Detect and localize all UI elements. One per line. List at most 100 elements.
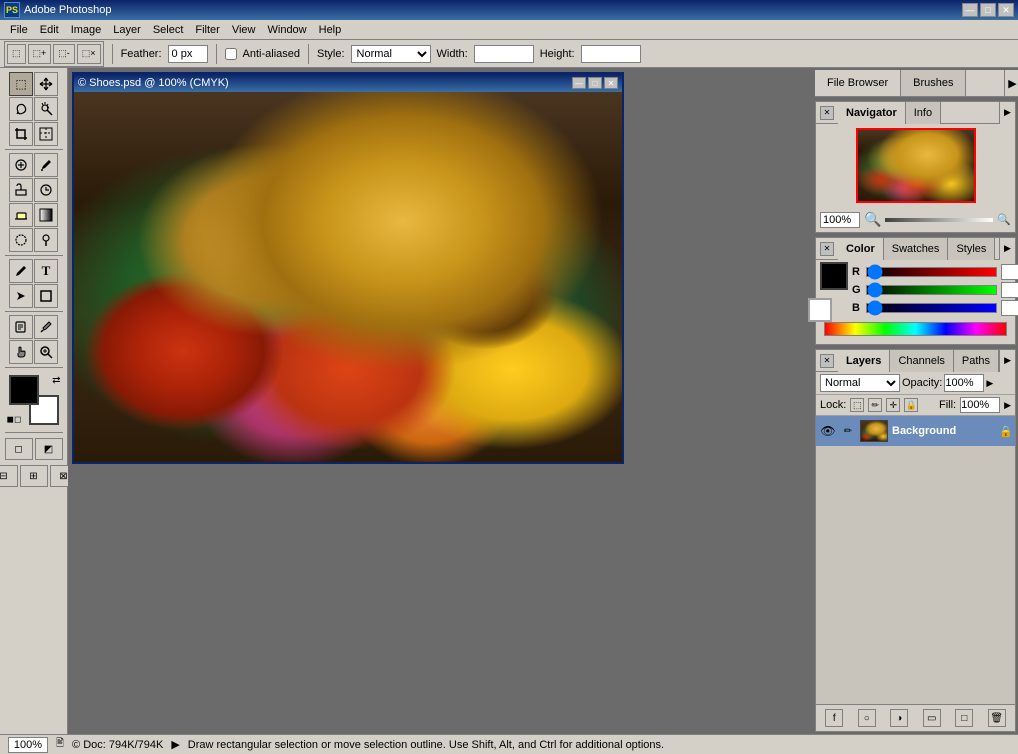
standard-mode-btn[interactable]: ◻ [5, 438, 33, 460]
lock-position-btn[interactable]: ✛ [886, 398, 900, 412]
background-swatch[interactable] [808, 298, 832, 322]
magic-wand-tool[interactable] [34, 97, 58, 121]
top-right-menu-arrow[interactable]: ▶ [1004, 70, 1018, 96]
menu-layer[interactable]: Layer [107, 20, 147, 40]
add-selection-btn[interactable]: ⬚+ [28, 44, 52, 64]
delete-layer-btn[interactable]: 🗑 [988, 709, 1006, 727]
color-spectrum-bar[interactable] [824, 322, 1007, 336]
lock-transparent-btn[interactable]: ⬚ [850, 398, 864, 412]
crop-tool[interactable] [9, 122, 33, 146]
height-input[interactable] [581, 45, 641, 63]
layer-item-background[interactable]: 👁 ✏ Background 🔒 [816, 416, 1015, 446]
eyedropper-tool[interactable] [34, 315, 58, 339]
stamp-tool[interactable] [9, 178, 33, 202]
menu-view[interactable]: View [226, 20, 262, 40]
fill-input[interactable] [960, 397, 1000, 413]
navigator-preview[interactable] [856, 128, 976, 203]
new-adjustment-btn[interactable]: ◑ [890, 709, 908, 727]
tab-color[interactable]: Color [838, 238, 884, 260]
status-zoom[interactable] [8, 737, 48, 753]
tab-paths[interactable]: Paths [954, 350, 999, 372]
default-colors[interactable]: ◼◻ [7, 414, 22, 425]
menu-file[interactable]: File [4, 20, 34, 40]
layers-panel-close[interactable]: ✕ [820, 354, 834, 368]
maximize-button[interactable]: □ [980, 3, 996, 17]
zoom-in-icon[interactable]: 🔍 [997, 213, 1011, 226]
tab-swatches[interactable]: Swatches [884, 238, 949, 260]
menu-edit[interactable]: Edit [34, 20, 65, 40]
r-slider[interactable] [866, 267, 997, 277]
navigator-panel-close[interactable]: ✕ [820, 106, 834, 120]
standard-screen-btn[interactable]: ⊟ [0, 465, 18, 487]
layer-visibility-toggle[interactable]: 👁 [820, 423, 836, 439]
swap-colors[interactable]: ⇄ [52, 375, 60, 386]
dodge-tool[interactable] [34, 228, 58, 252]
layer-fx-btn[interactable]: f [825, 709, 843, 727]
blend-mode-select[interactable]: Normal Multiply Screen [820, 374, 900, 392]
anti-aliased-checkbox[interactable] [225, 48, 237, 60]
r-value[interactable]: 0 [1001, 264, 1018, 280]
feather-input[interactable] [168, 45, 208, 63]
menu-window[interactable]: Window [262, 20, 313, 40]
doc-maximize-btn[interactable]: □ [588, 77, 602, 89]
style-select[interactable]: Normal Fixed Aspect Ratio Fixed Size [351, 45, 431, 63]
document-canvas[interactable] [74, 92, 622, 462]
tab-styles[interactable]: Styles [948, 238, 995, 260]
minimize-button[interactable]: — [962, 3, 978, 17]
notes-tool[interactable] [9, 315, 33, 339]
zoom-tool[interactable] [34, 340, 58, 364]
b-slider[interactable] [866, 303, 997, 313]
g-value[interactable]: 0 [1001, 282, 1018, 298]
eraser-tool[interactable] [9, 203, 33, 227]
tab-layers[interactable]: Layers [838, 350, 890, 372]
layers-panel-arrow[interactable]: ▶ [999, 350, 1015, 372]
history-tool[interactable] [34, 178, 58, 202]
brush-tool[interactable] [34, 153, 58, 177]
foreground-color[interactable] [9, 375, 39, 405]
g-slider[interactable] [866, 285, 997, 295]
type-tool[interactable]: T [34, 259, 58, 283]
menu-image[interactable]: Image [65, 20, 108, 40]
doc-close-btn[interactable]: ✕ [604, 77, 618, 89]
subtract-selection-btn[interactable]: ⬚- [53, 44, 75, 64]
quick-mask-btn[interactable]: ◩ [35, 438, 63, 460]
opacity-arrow[interactable]: ▶ [986, 378, 993, 389]
path-select-tool[interactable] [9, 284, 33, 308]
status-doc-arrow[interactable]: ▶ [171, 738, 179, 751]
new-mask-btn[interactable]: ○ [858, 709, 876, 727]
tab-file-browser[interactable]: File Browser [815, 70, 901, 96]
lock-image-btn[interactable]: ✏ [868, 398, 882, 412]
menu-help[interactable]: Help [313, 20, 348, 40]
tab-brushes[interactable]: Brushes [901, 70, 966, 96]
lock-all-btn[interactable]: 🔒 [904, 398, 918, 412]
tab-channels[interactable]: Channels [890, 350, 953, 372]
menu-select[interactable]: Select [147, 20, 190, 40]
canvas-area[interactable]: © Shoes.psd @ 100% (CMYK) — □ ✕ [68, 68, 813, 734]
fullscreen-menu-btn[interactable]: ⊞ [20, 465, 48, 487]
marquee-tool[interactable]: ⬚ [9, 72, 33, 96]
new-group-btn[interactable]: ▭ [923, 709, 941, 727]
close-button[interactable]: ✕ [998, 3, 1014, 17]
heal-tool[interactable] [9, 153, 33, 177]
gradient-tool[interactable] [34, 203, 58, 227]
slice-tool[interactable] [34, 122, 58, 146]
new-layer-btn[interactable]: □ [955, 709, 973, 727]
navigator-zoom-input[interactable] [820, 212, 860, 228]
opacity-input[interactable] [944, 374, 984, 392]
lasso-tool[interactable] [9, 97, 33, 121]
width-input[interactable] [474, 45, 534, 63]
navigator-panel-arrow[interactable]: ▶ [999, 102, 1015, 124]
shape-tool[interactable] [34, 284, 58, 308]
foreground-swatch[interactable] [820, 262, 848, 290]
doc-minimize-btn[interactable]: — [572, 77, 586, 89]
tab-info[interactable]: Info [906, 102, 941, 124]
intersect-selection-btn[interactable]: ⬚× [77, 44, 101, 64]
color-panel-arrow[interactable]: ▶ [999, 238, 1015, 260]
blur-tool[interactable] [9, 228, 33, 252]
move-tool[interactable] [34, 72, 58, 96]
hand-tool[interactable] [9, 340, 33, 364]
navigator-zoom-slider[interactable] [885, 218, 993, 222]
fill-arrow[interactable]: ▶ [1004, 400, 1011, 411]
layer-edit-icon[interactable]: ✏ [840, 423, 856, 439]
pen-tool[interactable] [9, 259, 33, 283]
